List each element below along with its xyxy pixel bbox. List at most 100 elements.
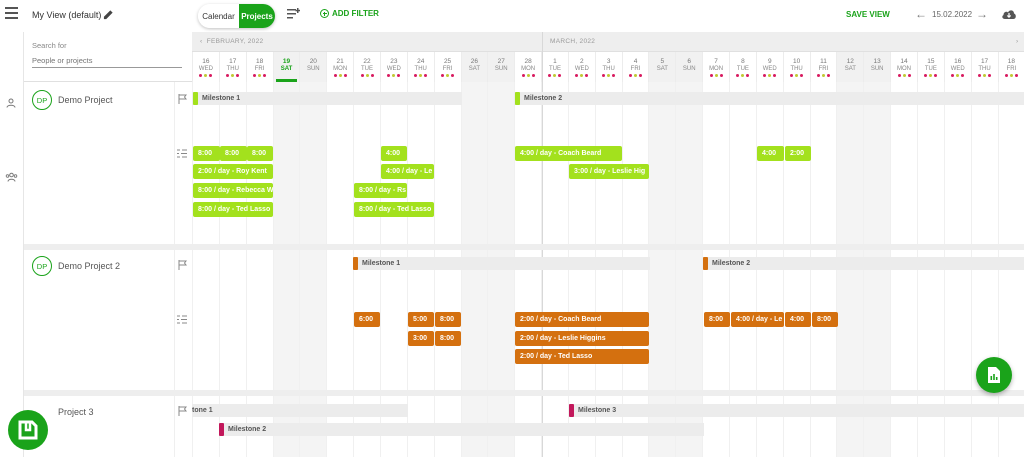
project-name[interactable]: Demo Project 2	[58, 261, 120, 271]
filter-list-add-icon[interactable]	[286, 6, 302, 22]
project-name[interactable]: Demo Project	[58, 95, 113, 105]
booking-bar[interactable]: 2:00 / day - Roy Kent	[193, 164, 273, 179]
day-header[interactable]: 8 TUE	[729, 52, 756, 82]
availability-dot	[441, 74, 445, 77]
day-header[interactable]: 19 SAT	[272, 52, 300, 82]
availability-dots	[972, 74, 998, 77]
day-header[interactable]: 18 FRI	[997, 52, 1024, 82]
edit-pencil-icon[interactable]	[101, 7, 115, 21]
day-header[interactable]: 10 THU	[782, 52, 810, 82]
day-header[interactable]: 5 SAT	[648, 52, 676, 82]
hamburger-menu-icon[interactable]	[4, 6, 20, 20]
booking-bar[interactable]: 2:00	[785, 146, 811, 161]
month-next-arrow[interactable]: ›	[1016, 38, 1018, 45]
day-header[interactable]: 24 THU	[406, 52, 434, 82]
milestone-marker	[219, 423, 224, 436]
calendar-toggle-button[interactable]: Calendar	[198, 4, 239, 28]
project-row-header[interactable]: Project 3	[24, 402, 174, 422]
day-header[interactable]: 18 FRI	[245, 52, 273, 82]
booking-bar[interactable]: 3:00	[408, 331, 434, 346]
booking-bar[interactable]: 8:00	[812, 312, 838, 327]
day-header[interactable]: 11 FRI	[809, 52, 837, 82]
day-header[interactable]: 9 WED	[755, 52, 783, 82]
milestone[interactable]: Milestone 1	[193, 92, 293, 105]
booking-bar[interactable]: 2:00 / day - Leslie Higgins	[515, 331, 649, 346]
booking-bar[interactable]: 8:00 / day - Ted Lasso	[354, 202, 434, 217]
day-header[interactable]: 17 THU	[970, 52, 998, 82]
booking-bar[interactable]: 4:00 / day - Le	[381, 164, 434, 179]
day-header[interactable]: 15 TUE	[916, 52, 944, 82]
booking-bar[interactable]: 4:00	[381, 146, 407, 161]
day-header[interactable]: 4 FRI	[621, 52, 649, 82]
milestone[interactable]: Milestone 3	[569, 404, 689, 417]
project-row-header[interactable]: DP Demo Project	[24, 90, 174, 110]
projects-toggle-button[interactable]: Projects	[239, 4, 275, 28]
view-name[interactable]: My View (default)	[32, 10, 101, 20]
flag-icon[interactable]	[177, 260, 187, 270]
arrow-left-icon[interactable]: ←	[914, 7, 928, 21]
top-bar: My View (default) Calendar Projects ADD …	[0, 0, 1024, 32]
day-header[interactable]: 16 WED	[192, 52, 219, 82]
day-header[interactable]: 23 WED	[379, 52, 407, 82]
day-header[interactable]: 12 SAT	[836, 52, 864, 82]
day-header[interactable]: 13 SUN	[863, 52, 891, 82]
booking-bar[interactable]: 2:00 / day - Ted Lasso	[515, 349, 649, 364]
day-header[interactable]: 1 TUE	[541, 52, 568, 82]
day-header[interactable]: 27 SUN	[487, 52, 515, 82]
day-header[interactable]: 2 WED	[567, 52, 595, 82]
booking-bar[interactable]: 4:00	[757, 146, 784, 161]
add-filter-button[interactable]: ADD FILTER	[320, 9, 379, 18]
team-icon[interactable]	[3, 170, 19, 184]
day-header[interactable]: 26 SAT	[460, 52, 488, 82]
task-list-icon[interactable]	[177, 148, 187, 158]
booking-bar[interactable]: 8:00	[704, 312, 730, 327]
day-header[interactable]: 21 MON	[326, 52, 353, 82]
milestone[interactable]: Milestone 2	[703, 257, 853, 270]
search-input[interactable]	[32, 54, 182, 68]
milestone[interactable]: Milestone 2	[219, 423, 339, 436]
milestone[interactable]: tone 1	[192, 404, 312, 417]
booking-bar[interactable]: 4:00 / day - Coach Beard	[515, 146, 622, 161]
booking-bar[interactable]: 3:00 / day - Leslie Hig	[569, 164, 649, 179]
booking-bar[interactable]: 4:00	[785, 312, 811, 327]
milestone[interactable]: Milestone 1	[353, 257, 503, 270]
booking-bar[interactable]: 8:00	[435, 312, 461, 327]
booking-bar[interactable]: 5:00	[408, 312, 434, 327]
project-row-header[interactable]: DP Demo Project 2	[24, 256, 174, 276]
current-date[interactable]: 15.02.2022	[932, 10, 972, 19]
availability-dots	[354, 74, 380, 77]
new-report-fab[interactable]	[976, 357, 1012, 393]
project-name[interactable]: Project 3	[58, 407, 94, 417]
day-header[interactable]: 7 MON	[702, 52, 729, 82]
booking-bar[interactable]: 8:00 / day - Rs	[354, 183, 407, 198]
day-header[interactable]: 22 TUE	[353, 52, 380, 82]
booking-bar[interactable]: 6:00	[354, 312, 380, 327]
day-header[interactable]: 3 THU	[594, 52, 622, 82]
weekday: MON	[333, 66, 348, 72]
day-header[interactable]: 20 SUN	[299, 52, 327, 82]
milestone[interactable]: Milestone 2	[515, 92, 635, 105]
day-header[interactable]: 14 MON	[890, 52, 917, 82]
save-view-button[interactable]: SAVE VIEW	[846, 10, 890, 19]
booking-bar[interactable]: 8:00 / day - Rebecca W	[193, 183, 273, 198]
booking-bar[interactable]: 8:00 / day - Ted Lasso	[193, 202, 273, 217]
day-header[interactable]: 25 FRI	[433, 52, 461, 82]
day-header[interactable]: 16 WED	[943, 52, 971, 82]
task-list-icon[interactable]	[177, 314, 187, 324]
booking-bar[interactable]: 8:00	[193, 146, 220, 161]
plus-circle-icon	[320, 9, 329, 18]
day-header[interactable]: 17 THU	[218, 52, 246, 82]
booking-bar[interactable]: 4:00 / day - Le	[731, 312, 784, 327]
booking-bar[interactable]: 8:00	[247, 146, 273, 161]
day-header[interactable]: 6 SUN	[675, 52, 703, 82]
person-icon[interactable]	[4, 96, 18, 110]
booking-bar[interactable]: 2:00 / day - Coach Beard	[515, 312, 649, 327]
app-logo[interactable]	[8, 410, 48, 450]
flag-icon[interactable]	[177, 406, 187, 416]
booking-bar[interactable]: 8:00	[220, 146, 247, 161]
flag-icon[interactable]	[177, 94, 187, 104]
booking-bar[interactable]: 8:00	[435, 331, 461, 346]
arrow-right-icon[interactable]: →	[975, 7, 989, 21]
cloud-download-icon[interactable]	[1001, 7, 1017, 21]
day-header[interactable]: 28 MON	[514, 52, 541, 82]
